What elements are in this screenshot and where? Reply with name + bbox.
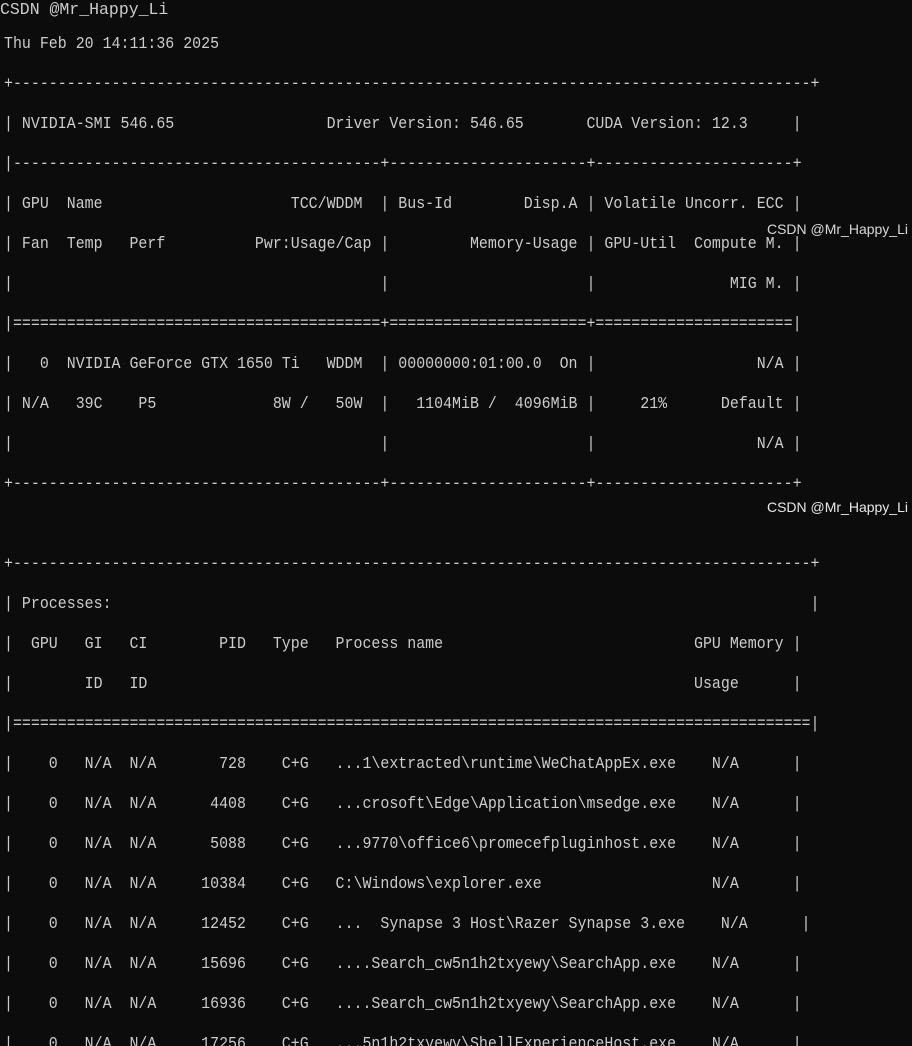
- gpu-header-row-1: | GPU Name TCC/WDDM | Bus-Id Disp.A | Vo…: [4, 194, 802, 213]
- process-row: | 0 N/A N/A 16936 C+G ....Search_cw5n1h2…: [4, 994, 802, 1013]
- gpu-header-separator: |=======================================…: [4, 314, 802, 333]
- csdn-watermark-top: CSDN @Mr_Happy_Li: [766, 221, 908, 237]
- gpu-header-row-3: | | | MIG M. |: [4, 274, 802, 293]
- table-border-bottom: +---------------------------------------…: [4, 474, 802, 493]
- process-row: | 0 N/A N/A 5088 C+G ...9770\office6\pro…: [4, 834, 802, 853]
- terminal-line-0: [4, 0, 819, 14]
- process-row: | 0 N/A N/A 15696 C+G ....Search_cw5n1h2…: [4, 954, 802, 973]
- gpu-row-2: | N/A 39C P5 8W / 50W | 1104MiB / 4096Mi…: [4, 394, 802, 413]
- terminal-output[interactable]: Thu Feb 20 14:11:36 2025 +--------------…: [4, 0, 819, 1046]
- process-border-top: +---------------------------------------…: [4, 554, 820, 573]
- table-divider: |---------------------------------------…: [4, 154, 802, 173]
- process-row: | 0 N/A N/A 17256 C+G ...5n1h2txyewy\She…: [4, 1034, 802, 1046]
- smi-version-header: | NVIDIA-SMI 546.65 Driver Version: 546.…: [4, 114, 802, 133]
- gpu-row-1: | 0 NVIDIA GeForce GTX 1650 Ti WDDM | 00…: [4, 354, 802, 373]
- process-row: | 0 N/A N/A 12452 C+G ... Synapse 3 Host…: [4, 914, 811, 933]
- process-header-separator: |=======================================…: [4, 714, 820, 733]
- process-header-row-1: | GPU GI CI PID Type Process name GPU Me…: [4, 634, 802, 653]
- processes-title: | Processes: |: [4, 594, 820, 613]
- process-row: | 0 N/A N/A 4408 C+G ...crosoft\Edge\App…: [4, 794, 802, 813]
- process-row: | 0 N/A N/A 10384 C+G C:\Windows\explore…: [4, 874, 802, 893]
- gpu-row-3: | | | N/A |: [4, 434, 802, 453]
- csdn-watermark-bottom: CSDN @Mr_Happy_Li: [766, 499, 908, 515]
- process-header-row-2: | ID ID Usage |: [4, 674, 802, 693]
- timestamp-line: Thu Feb 20 14:11:36 2025: [4, 34, 220, 53]
- table-border-top: +---------------------------------------…: [4, 74, 820, 93]
- gpu-header-row-2: | Fan Temp Perf Pwr:Usage/Cap | Memory-U…: [4, 234, 802, 253]
- process-row: | 0 N/A N/A 728 C+G ...1\extracted\runti…: [4, 754, 802, 773]
